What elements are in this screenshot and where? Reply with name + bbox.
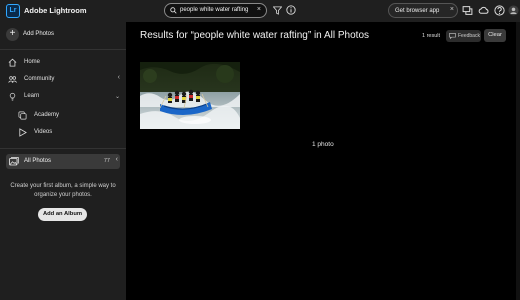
academy-icon bbox=[18, 111, 27, 120]
scrollbar[interactable] bbox=[516, 22, 520, 300]
search-input[interactable]: people white water rafting × bbox=[164, 3, 267, 18]
help-icon[interactable] bbox=[494, 5, 505, 16]
top-bar: Lr Adobe Lightroom people white water ra… bbox=[0, 0, 520, 22]
photo-count-badge: 77 bbox=[103, 158, 110, 164]
community-icon bbox=[8, 76, 17, 83]
sidebar-item-community[interactable]: Community ‹ bbox=[8, 73, 120, 87]
chevron-left-icon[interactable]: ‹ bbox=[118, 74, 120, 81]
lightroom-logo: Lr bbox=[6, 4, 20, 18]
feedback-icon bbox=[449, 33, 456, 39]
filter-icon[interactable] bbox=[273, 6, 282, 15]
photos-icon bbox=[9, 157, 19, 166]
sidebar-item-all-photos[interactable]: All Photos 77 ‹ bbox=[6, 154, 120, 169]
clear-search-icon[interactable]: × bbox=[257, 6, 261, 13]
divider bbox=[0, 148, 126, 149]
sidebar-item-learn[interactable]: Learn ⌄ bbox=[8, 90, 120, 104]
sidebar-item-home[interactable]: Home bbox=[8, 56, 120, 70]
plus-icon: + bbox=[6, 28, 19, 41]
info-icon[interactable] bbox=[286, 5, 296, 15]
clear-button[interactable]: Clear bbox=[484, 29, 506, 42]
chat-icon[interactable] bbox=[462, 5, 473, 16]
add-album-button[interactable]: Add an Album bbox=[38, 208, 87, 221]
page-title: Results for “people white water rafting”… bbox=[140, 30, 369, 41]
chevron-left-icon[interactable]: ‹ bbox=[116, 156, 118, 163]
feedback-label: Feedback bbox=[458, 33, 480, 39]
rafting-photo-image bbox=[140, 62, 240, 129]
get-browser-app-label: Get browser app bbox=[395, 8, 440, 14]
album-hint-text: Create your first album, a simple way to… bbox=[10, 183, 116, 198]
app-title: Adobe Lightroom bbox=[24, 6, 87, 15]
photo-thumbnail[interactable] bbox=[140, 62, 240, 129]
feedback-button[interactable]: Feedback bbox=[446, 30, 481, 42]
result-count: 1 result bbox=[422, 33, 441, 39]
main-content: Results for “people white water rafting”… bbox=[126, 22, 520, 300]
sidebar-item-academy[interactable]: Academy bbox=[18, 109, 118, 123]
sidebar-item-label: Learn bbox=[24, 93, 40, 99]
photo-count-label: 1 photo bbox=[312, 141, 334, 148]
cloud-icon[interactable] bbox=[478, 5, 489, 16]
sidebar-item-label: All Photos bbox=[24, 158, 52, 164]
sidebar-item-videos[interactable]: Videos bbox=[18, 126, 118, 140]
sidebar-item-label: Community bbox=[24, 76, 55, 82]
sidebar-item-label: Videos bbox=[34, 129, 53, 135]
chevron-down-icon[interactable]: ⌄ bbox=[115, 93, 120, 100]
search-query: people white water rafting bbox=[180, 7, 249, 13]
learn-icon bbox=[9, 92, 16, 101]
divider bbox=[0, 49, 126, 50]
sidebar-item-label: Academy bbox=[34, 112, 60, 118]
sidebar-item-label: Home bbox=[24, 59, 41, 65]
close-icon[interactable]: × bbox=[450, 6, 454, 13]
get-browser-app-button[interactable]: Get browser app × bbox=[388, 3, 458, 18]
add-photos-label: Add Photos bbox=[23, 31, 55, 37]
account-icon[interactable] bbox=[508, 5, 519, 16]
home-icon bbox=[8, 58, 17, 67]
sidebar: + Add Photos Home Community ‹ Learn ⌄ Ac… bbox=[0, 22, 126, 300]
play-icon bbox=[19, 128, 27, 137]
search-icon bbox=[170, 7, 177, 14]
